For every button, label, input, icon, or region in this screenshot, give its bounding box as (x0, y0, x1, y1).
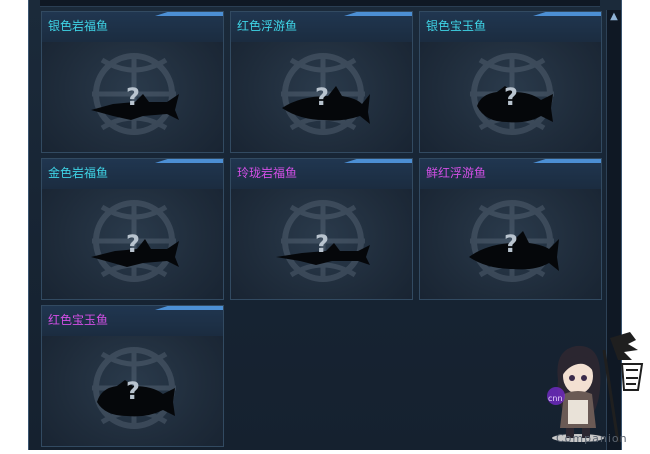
fish-card-header: 玲珑岩福鱼 (231, 159, 412, 189)
mascot-badge: cnn (548, 394, 563, 403)
fish-card-header: 鲜红浮游鱼 (420, 159, 601, 189)
fish-card-header: 银色岩福鱼 (42, 12, 223, 42)
fish-name: 银色宝玉鱼 (426, 19, 487, 33)
fish-card-header: 红色宝玉鱼 (42, 306, 223, 336)
panel-top-edge (40, 0, 600, 7)
unknown-question-mark: ? (315, 83, 329, 111)
scroll-up-arrow-icon[interactable]: ▲ (607, 10, 621, 24)
unknown-question-mark: ? (126, 83, 140, 111)
fish-card[interactable]: 玲珑岩福鱼? (230, 158, 413, 300)
fish-card[interactable]: 金色岩福鱼? (41, 158, 224, 300)
fish-name: 红色浮游鱼 (237, 19, 298, 33)
unknown-question-mark: ? (126, 230, 140, 258)
fish-name: 金色岩福鱼 (48, 166, 109, 180)
fish-card[interactable]: 银色宝玉鱼? (419, 11, 602, 153)
fish-name: 银色岩福鱼 (48, 19, 109, 33)
unknown-question-mark: ? (504, 230, 518, 258)
fish-card[interactable]: 红色浮游鱼? (230, 11, 413, 153)
unknown-question-mark: ? (504, 83, 518, 111)
fish-name: 鲜红浮游鱼 (426, 166, 487, 180)
fish-card-header: 金色岩福鱼 (42, 159, 223, 189)
fish-card-header: 银色宝玉鱼 (420, 12, 601, 42)
fish-name: 玲珑岩福鱼 (237, 166, 298, 180)
fish-card-header: 红色浮游鱼 (231, 12, 412, 42)
fish-name: 红色宝玉鱼 (48, 313, 109, 327)
watermark-caption: Companion (556, 432, 628, 445)
unknown-question-mark: ? (126, 377, 140, 405)
fish-card[interactable]: 银色岩福鱼? (41, 11, 224, 153)
fish-card[interactable]: 鲜红浮游鱼? (419, 158, 602, 300)
unknown-question-mark: ? (315, 230, 329, 258)
fish-card[interactable]: 红色宝玉鱼? (41, 305, 224, 447)
